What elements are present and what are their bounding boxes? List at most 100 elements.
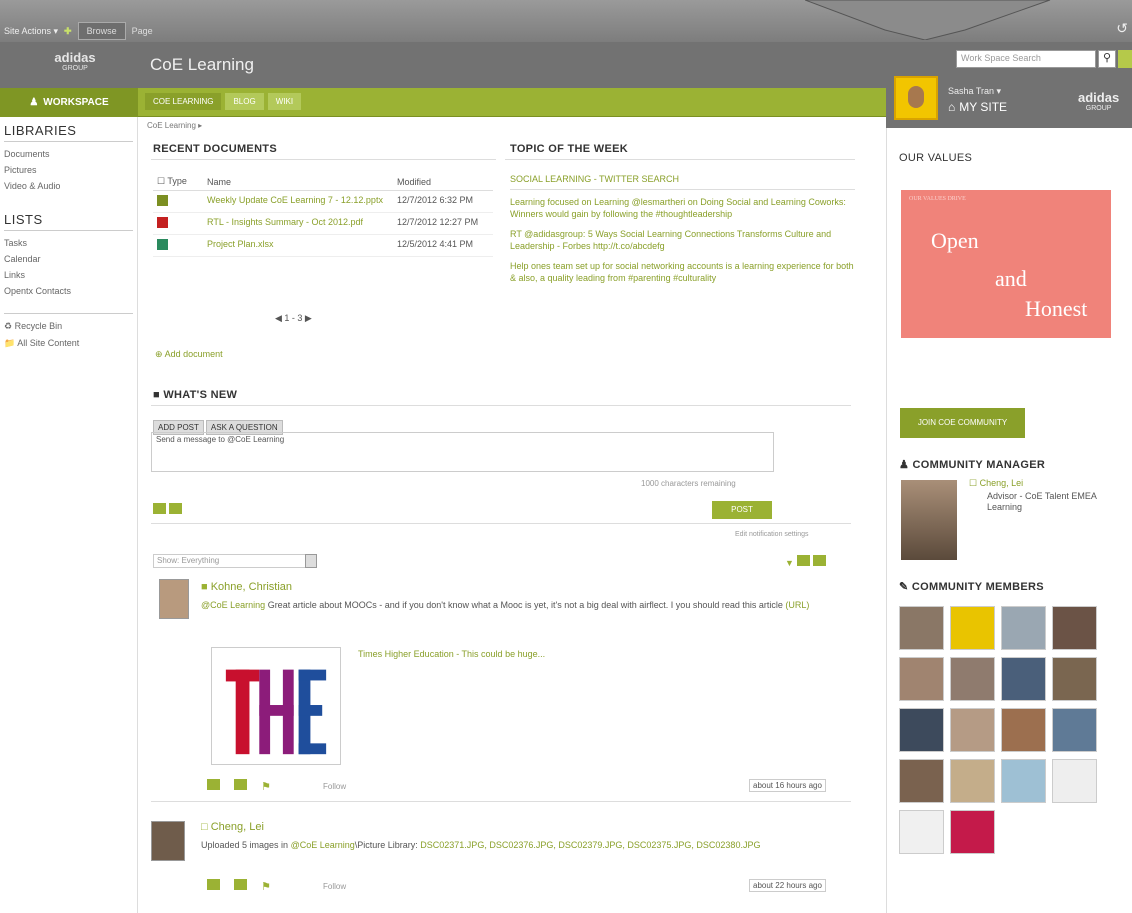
add-document-link[interactable]: ⊕ Add document [155,349,223,360]
member-avatar[interactable] [899,606,944,650]
nav-pictures[interactable]: Pictures [0,162,137,178]
document-link[interactable]: Weekly Update CoE Learning 7 - 12.12.ppt… [203,190,393,213]
member-avatar[interactable] [1052,759,1097,803]
tab-coe-learning[interactable]: COE LEARNING [145,93,222,110]
type-column-header[interactable]: ☐ Type [153,173,203,191]
tab-page[interactable]: Page [132,26,153,36]
document-link[interactable]: Project Plan.xlsx [203,234,393,257]
nav-calendar[interactable]: Calendar [0,251,137,267]
nav-contacts[interactable]: Opentx Contacts [0,283,137,299]
my-site-link[interactable]: ⌂ MY SITE [948,100,1007,114]
person-icon: ♟ [29,97,39,108]
user-menu[interactable]: Sasha Tran ▾ [948,86,1001,97]
member-avatar[interactable] [1052,657,1097,701]
collapse-icon[interactable]: ▼ [785,558,794,568]
refresh-feed-icon[interactable] [796,555,810,566]
avatar[interactable] [151,821,185,861]
tweet-item[interactable]: RT @adidasgroup: 5 Ways Social Learning … [510,228,855,252]
site-actions-menu[interactable]: Site Actions ▾ [4,26,58,37]
attachment-caption[interactable]: Times Higher Education - This could be h… [358,649,545,659]
mention-link[interactable]: @CoE Learning [201,600,265,610]
name-column-header[interactable]: Name [203,173,393,191]
community-members-heading: ✎ COMMUNITY MEMBERS [899,581,1044,593]
nav-links[interactable]: Links [0,267,137,283]
lists-heading[interactable]: LISTS [0,212,137,227]
comment-icon[interactable] [234,879,248,890]
site-logo[interactable]: adidas GROUP [40,50,110,72]
navigate-up-icon[interactable]: ✚ [64,26,72,37]
member-avatar[interactable] [899,810,944,854]
member-avatar[interactable] [1052,708,1097,752]
search-input[interactable]: Work Space Search [956,50,1096,68]
table-row[interactable]: Project Plan.xlsx 12/5/2012 4:41 PM [153,234,493,257]
timestamp[interactable]: about 22 hours ago [749,879,826,892]
comment-icon[interactable] [234,779,248,790]
flag-icon[interactable]: ⚑ [261,781,271,793]
member-avatar[interactable] [950,708,995,752]
attach-icon[interactable] [153,503,166,514]
libraries-heading[interactable]: LIBRARIES [0,123,137,138]
author-name[interactable]: □ Cheng, Lei [201,821,264,833]
document-link[interactable]: RTL - Insights Summary - Oct 2012.pdf [203,212,393,235]
show-filter-select[interactable]: Show: Everything [153,554,313,568]
topic-subtitle[interactable]: SOCIAL LEARNING - TWITTER SEARCH [510,173,855,190]
member-avatar[interactable] [899,657,944,701]
site-title[interactable]: CoE Learning [150,55,254,75]
timestamp[interactable]: about 16 hours ago [749,779,826,792]
mention-link[interactable]: @CoE Learning [291,840,355,850]
link-icon[interactable] [169,503,182,514]
values-banner: OUR VALUES DRIVE Open and Honest [901,190,1111,338]
nav-recycle-bin[interactable]: ♻ Recycle Bin [0,318,137,335]
workspace-button[interactable]: ♟ WORKSPACE [0,88,138,117]
member-avatar[interactable] [950,657,995,701]
attachment-thumbnail[interactable] [211,647,341,765]
recycle-bin-icon: ♻ [4,321,13,331]
nav-tasks[interactable]: Tasks [0,235,137,251]
tab-wiki[interactable]: WIKI [267,93,302,110]
follow-link[interactable]: Follow [323,882,346,891]
community-manager-heading: ♟ COMMUNITY MANAGER [899,459,1046,471]
reply-icon[interactable] [207,879,220,890]
member-avatar[interactable] [1001,759,1046,803]
notification-settings-link[interactable]: Edit notification settings [735,531,809,538]
pagination[interactable]: ◀ 1 - 3 ▶ [275,313,312,324]
article-link[interactable]: (URL) [785,600,809,610]
avatar[interactable] [159,579,189,619]
rss-icon[interactable] [812,555,826,566]
table-row[interactable]: Weekly Update CoE Learning 7 - 12.12.ppt… [153,190,493,213]
nav-all-content[interactable]: 📁 All Site Content [0,335,137,352]
tab-blog[interactable]: BLOG [225,93,264,110]
member-avatar[interactable] [1001,657,1046,701]
reply-icon[interactable] [207,779,220,790]
modified-column-header[interactable]: Modified [393,173,493,191]
member-avatar[interactable] [1001,708,1046,752]
join-community-button[interactable]: JOIN COE COMMUNITY [900,408,1025,438]
tweet-item[interactable]: Learning focused on Learning @lesmarther… [510,196,855,220]
filter-go-button[interactable] [305,554,317,568]
member-avatar[interactable] [899,708,944,752]
breadcrumb[interactable]: CoE Learning ▸ [147,121,202,130]
tweet-item[interactable]: Help ones team set up for social network… [510,260,855,284]
modified-date: 12/7/2012 12:27 PM [393,212,493,235]
member-avatar[interactable] [950,810,995,854]
side-tab[interactable] [1118,50,1132,68]
post-textarea[interactable]: Send a message to @CoE Learning [151,432,774,472]
nav-video-audio[interactable]: Video & Audio [0,178,137,194]
flag-icon[interactable]: ⚑ [261,881,271,893]
tab-browse[interactable]: Browse [77,22,126,40]
post-button[interactable]: POST [712,501,772,519]
author-name[interactable]: ■ Kohne, Christian [201,581,292,593]
user-avatar[interactable] [894,76,938,120]
member-avatar[interactable] [899,759,944,803]
file-links[interactable]: DSC02371.JPG, DSC02376.JPG, DSC02379.JPG… [420,840,760,850]
manager-photo[interactable] [901,480,957,560]
search-icon[interactable]: ⚲ [1098,50,1116,68]
manager-name[interactable]: ☐ Cheng, Lei [969,478,1023,489]
member-avatar[interactable] [1052,606,1097,650]
nav-documents[interactable]: Documents [0,146,137,162]
member-avatar[interactable] [950,606,995,650]
table-row[interactable]: RTL - Insights Summary - Oct 2012.pdf 12… [153,212,493,235]
member-avatar[interactable] [1001,606,1046,650]
follow-link[interactable]: Follow [323,782,346,791]
member-avatar[interactable] [950,759,995,803]
